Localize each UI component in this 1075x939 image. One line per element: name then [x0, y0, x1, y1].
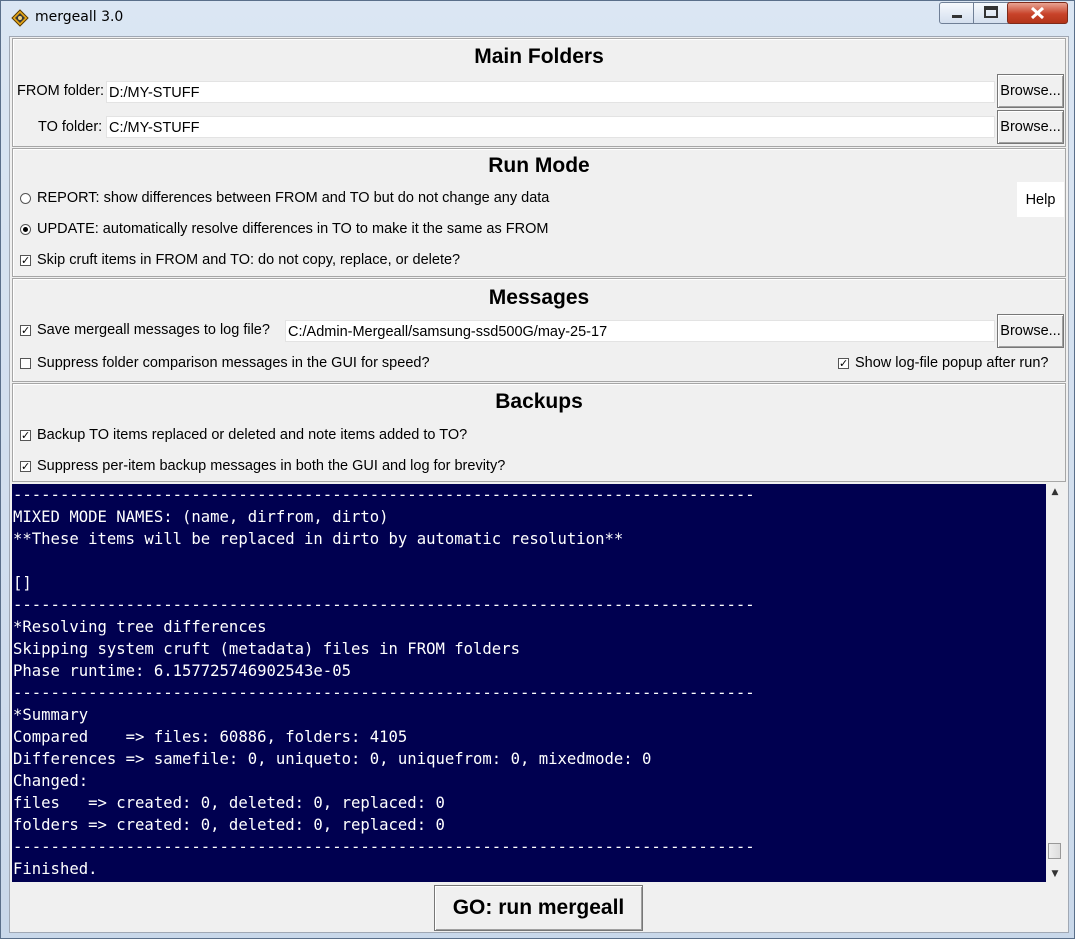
help-button[interactable]: Help: [1017, 182, 1064, 217]
to-folder-label: TO folder:: [38, 119, 103, 135]
console-line: ----------------------------------------…: [13, 684, 755, 702]
messages-title: Messages: [488, 286, 590, 309]
close-button[interactable]: [1007, 2, 1068, 24]
go-run-button[interactable]: GO: run mergeall: [434, 885, 643, 931]
console-line: Changed:: [13, 772, 89, 790]
console-line: files => created: 0, deleted: 0, replace…: [13, 794, 445, 812]
console-line: *Summary: [13, 706, 89, 724]
show-popup-label[interactable]: Show log-file popup after run?: [855, 355, 1048, 371]
console-line: MIXED MODE NAMES: (name, dirfrom, dirto): [13, 508, 389, 526]
from-folder-input[interactable]: D:/MY-STUFF: [106, 81, 995, 103]
console-line: []: [13, 574, 32, 592]
console-line: *Resolving tree differences: [13, 618, 267, 636]
suppress-backup-label[interactable]: Suppress per-item backup messages in bot…: [37, 458, 505, 474]
backups-panel: Backups ✓ Backup TO items replaced or de…: [12, 383, 1066, 482]
update-radio[interactable]: [20, 224, 31, 235]
backup-label[interactable]: Backup TO items replaced or deleted and …: [37, 427, 467, 443]
console-line: Compared => files: 60886, folders: 4105: [13, 728, 408, 746]
messages-panel: Messages ✓ Save mergeall messages to log…: [12, 278, 1066, 382]
to-browse-button[interactable]: Browse...: [997, 110, 1064, 144]
from-browse-button[interactable]: Browse...: [997, 74, 1064, 108]
window-title: mergeall 3.0: [35, 9, 124, 25]
console-line: ----------------------------------------…: [13, 486, 755, 504]
title-bar[interactable]: mergeall 3.0: [1, 1, 1074, 35]
suppress-gui-label[interactable]: Suppress folder comparison messages in t…: [37, 355, 430, 371]
log-path-input[interactable]: C:/Admin-Mergeall/samsung-ssd500G/may-25…: [285, 320, 995, 342]
minimize-button[interactable]: [939, 2, 975, 24]
backup-checkbox[interactable]: ✓: [20, 430, 31, 441]
main-folders-title: Main Folders: [474, 45, 604, 68]
console-line: ----------------------------------------…: [13, 838, 755, 856]
suppress-backup-checkbox[interactable]: ✓: [20, 461, 31, 472]
report-radio[interactable]: [20, 193, 31, 204]
suppress-gui-checkbox[interactable]: [20, 358, 31, 369]
scroll-up-icon[interactable]: ▲: [1046, 484, 1064, 500]
main-folders-panel: Main Folders FROM folder: D:/MY-STUFF Br…: [12, 38, 1066, 147]
console-line: **These items will be replaced in dirto …: [13, 530, 624, 548]
client-area: Main Folders FROM folder: D:/MY-STUFF Br…: [9, 36, 1069, 933]
minimize-icon: [952, 15, 962, 18]
skip-cruft-label[interactable]: Skip cruft items in FROM and TO: do not …: [37, 252, 460, 268]
close-icon: [1030, 6, 1045, 20]
run-mode-panel: Run Mode REPORT: show differences betwee…: [12, 148, 1066, 277]
show-popup-checkbox[interactable]: ✓: [838, 358, 849, 369]
console-line: folders => created: 0, deleted: 0, repla…: [13, 816, 445, 834]
report-label[interactable]: REPORT: show differences between FROM an…: [37, 190, 549, 206]
app-icon: [11, 9, 29, 27]
console-line: Finished.: [13, 860, 98, 878]
maximize-button[interactable]: [973, 2, 1009, 24]
console-scrollbar[interactable]: ▲ ▼: [1046, 484, 1064, 882]
save-log-label[interactable]: Save mergeall messages to log file?: [37, 322, 270, 338]
save-log-checkbox[interactable]: ✓: [20, 325, 31, 336]
from-folder-label: FROM folder:: [17, 83, 105, 99]
log-browse-button[interactable]: Browse...: [997, 314, 1064, 348]
console-line: Skipping system cruft (metadata) files i…: [13, 640, 520, 658]
scroll-thumb[interactable]: [1048, 843, 1061, 859]
console-line: ----------------------------------------…: [13, 596, 755, 614]
app-window: mergeall 3.0 Main Folders FROM folder: D…: [0, 0, 1075, 939]
backups-title: Backups: [495, 390, 583, 413]
update-label[interactable]: UPDATE: automatically resolve difference…: [37, 221, 548, 237]
console-line: Phase runtime: 6.157725746902543e-05: [13, 662, 351, 680]
scroll-down-icon[interactable]: ▼: [1046, 866, 1064, 882]
console-line: Differences => samefile: 0, uniqueto: 0,…: [13, 750, 652, 768]
message-console[interactable]: ----------------------------------------…: [12, 484, 1046, 882]
run-mode-title: Run Mode: [488, 154, 590, 177]
to-folder-input[interactable]: C:/MY-STUFF: [106, 116, 995, 138]
skip-cruft-checkbox[interactable]: ✓: [20, 255, 31, 266]
maximize-icon: [984, 6, 998, 18]
